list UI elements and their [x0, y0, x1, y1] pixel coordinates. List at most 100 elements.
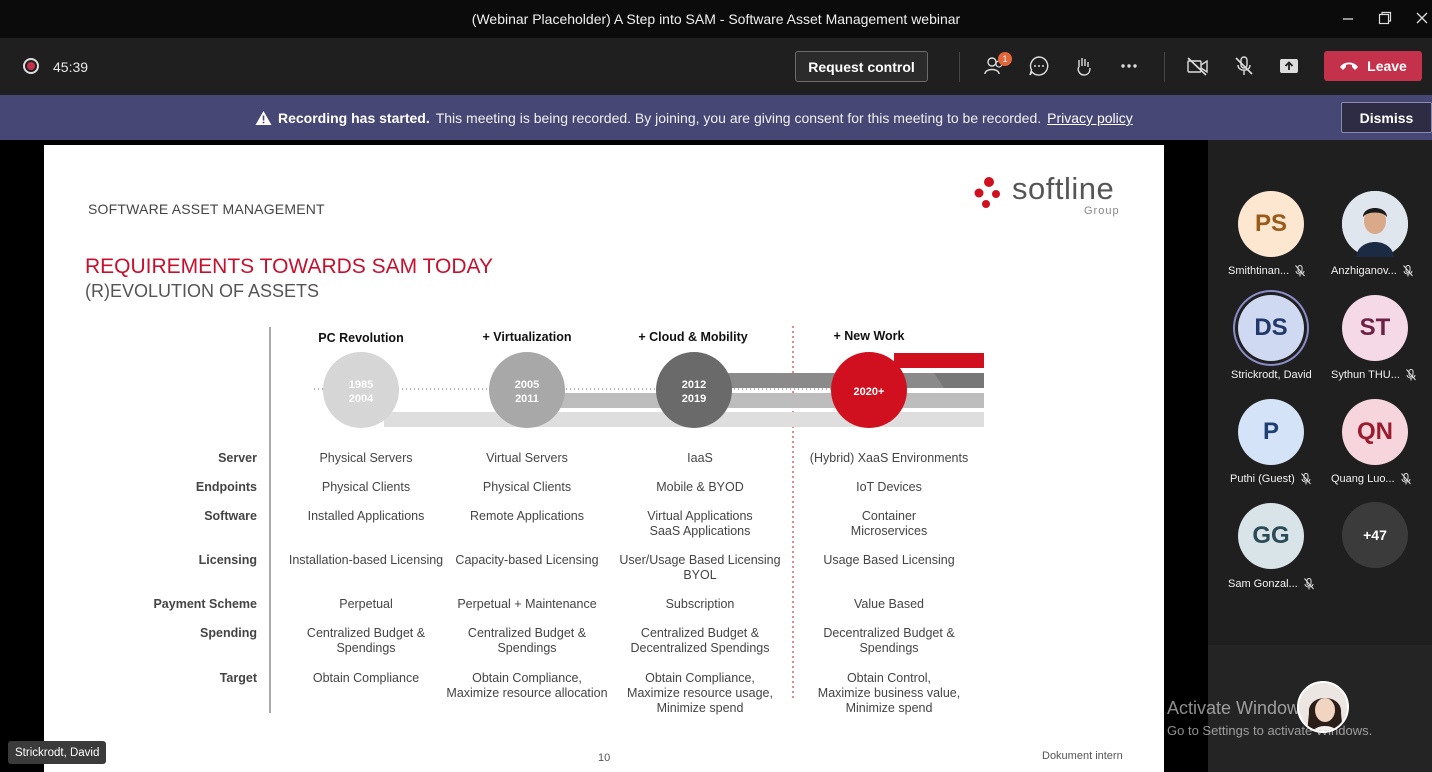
participant-name: Sythun THU... [1331, 369, 1416, 381]
grid-cell: IaaS [610, 451, 790, 466]
grid-cell-line: Maximize resource allocation [446, 686, 608, 700]
dismiss-button[interactable]: Dismiss [1341, 102, 1432, 133]
minimize-icon[interactable] [1334, 6, 1362, 30]
participant-avatar[interactable]: QN [1342, 399, 1408, 465]
overflow-participants-button[interactable]: +47 [1342, 502, 1408, 568]
camera-off-icon [1187, 57, 1208, 76]
era-year-3b: 2019 [682, 393, 706, 405]
row-label-spending: Spending [200, 626, 257, 640]
share-tray-icon [1280, 59, 1298, 73]
grid-cell-line: Remote Applications [470, 509, 584, 523]
chat-icon [1029, 56, 1049, 76]
participant-avatar[interactable]: DS [1238, 295, 1304, 361]
banner-body: This meeting is being recorded. By joini… [435, 110, 1042, 126]
participant-name: Anzhiganov... [1331, 265, 1413, 277]
share-screen-button[interactable] [1275, 52, 1303, 80]
grid-cell: Container Microservices [799, 509, 979, 539]
grid-cell: Installed Applications [276, 509, 456, 524]
row-label-server: Server [218, 451, 257, 465]
participant-avatar[interactable]: GG [1238, 503, 1304, 569]
grid-cell-line: Usage Based Licensing [823, 553, 955, 567]
slide-page-number: 10 [598, 752, 611, 764]
request-control-button[interactable]: Request control [795, 51, 928, 82]
leave-label: Leave [1367, 58, 1407, 74]
timeline-band-red [894, 353, 984, 368]
grid-cell: Physical Clients [276, 480, 456, 495]
era-heading-pc: PC Revolution [318, 331, 404, 345]
grid-cell-line: Mobile & BYOD [656, 480, 744, 494]
participant-avatar[interactable]: PS [1238, 191, 1304, 257]
grid-cell-line: Decentralized Budget & [823, 626, 955, 640]
slide-footer: Dokument intern [1042, 750, 1123, 762]
grid-cell-line: IoT Devices [856, 480, 922, 494]
mic-off-icon [1235, 56, 1253, 75]
grid-cell: Value Based [799, 597, 979, 612]
grid-cell: Obtain Compliance, Maximize resource allo… [437, 671, 617, 701]
participant-name-text: Strickrodt, David [1231, 369, 1312, 381]
mic-muted-icon [1406, 369, 1416, 381]
banner-message: Recording has started. This meeting is b… [255, 110, 1133, 126]
grid-cell: Physical Clients [437, 480, 617, 495]
era-year-1a: 1985 [349, 379, 373, 391]
raise-hand-button[interactable] [1070, 52, 1098, 80]
participant-name-text: Puthi (Guest) [1230, 473, 1295, 485]
mic-muted-icon [1402, 265, 1413, 277]
mic-muted-icon [1295, 265, 1306, 277]
grid-cell-line: User/Usage Based Licensing [619, 553, 781, 567]
participant-avatar[interactable]: P [1238, 399, 1304, 465]
grid-cell: Obtain Compliance, Maximize resource usag… [610, 671, 790, 716]
grid-cell-line: Installed Applications [307, 509, 425, 523]
close-icon[interactable] [1408, 6, 1432, 30]
grid-cell-line: IaaS [687, 451, 713, 465]
grid-cell-line: SaaS Applications [649, 524, 751, 538]
chat-button[interactable] [1025, 52, 1053, 80]
banner-bold: Recording has started. [278, 110, 430, 126]
grid-cell-line: BYOL [683, 568, 717, 582]
recording-banner: Recording has started. This meeting is b… [0, 95, 1432, 140]
title-bar: (Webinar Placeholder) A Step into SAM - … [0, 0, 1432, 38]
grid-cell-line: Subscription [665, 597, 735, 611]
participants-badge: 1 [998, 52, 1012, 66]
maximize-icon[interactable] [1371, 6, 1399, 30]
grid-cell-line: Installation-based Licensing [288, 553, 444, 567]
grid-cell: Centralized Budget & Spendings [276, 626, 456, 656]
mic-muted-icon [1300, 473, 1311, 485]
grid-cell-line: Virtual Servers [486, 451, 568, 465]
grid-cell: Perpetual [276, 597, 456, 612]
grid-cell-line: Centralized Budget & Spendings [306, 626, 426, 655]
grid-cell: IoT Devices [799, 480, 979, 495]
grid-cell: Usage Based Licensing [799, 553, 979, 568]
grid-cell-line: Physical Clients [321, 480, 411, 494]
grid-cell-line: Obtain Compliance, [472, 671, 582, 685]
grid-cell: Installation-based Licensing [276, 553, 456, 568]
grid-cell-line: Physical Servers [319, 451, 413, 465]
timeline-band-mid [554, 393, 984, 408]
privacy-policy-link[interactable]: Privacy policy [1047, 110, 1133, 126]
mic-muted-icon [1303, 578, 1314, 590]
participant-name: Quang Luo... [1331, 473, 1411, 485]
participant-name: Puthi (Guest) [1230, 473, 1311, 485]
leave-button[interactable]: Leave [1324, 51, 1422, 81]
grid-cell-line: Minimize spend [845, 701, 933, 715]
self-view-video[interactable] [1297, 681, 1349, 733]
grid-cell-line: Centralized Budget & [640, 626, 760, 640]
era-year-1b: 2004 [349, 393, 374, 405]
mic-toggle-button[interactable] [1230, 52, 1258, 80]
camera-toggle-button[interactable] [1184, 52, 1212, 80]
era-year-2a: 2005 [515, 379, 539, 391]
grid-cell-line: Obtain Control, [846, 671, 932, 685]
grid-cell: Physical Servers [276, 451, 456, 466]
grid-cell: Perpetual + Maintenance [437, 597, 617, 612]
more-icon [1121, 64, 1137, 68]
row-label-payment-scheme: Payment Scheme [153, 597, 257, 611]
participant-avatar[interactable] [1342, 191, 1408, 257]
toolbar-divider [959, 52, 960, 82]
era-year-4: 2020+ [854, 386, 885, 398]
reactions-icon [1077, 58, 1091, 76]
participant-name-text: Sythun THU... [1331, 369, 1400, 381]
grid-cell: (Hybrid) XaaS Environments [799, 451, 979, 466]
grid-cell-line: Obtain Compliance [312, 671, 420, 685]
more-actions-button[interactable] [1115, 52, 1143, 80]
participant-avatar[interactable]: ST [1342, 295, 1408, 361]
participant-name: Strickrodt, David [1231, 369, 1312, 381]
